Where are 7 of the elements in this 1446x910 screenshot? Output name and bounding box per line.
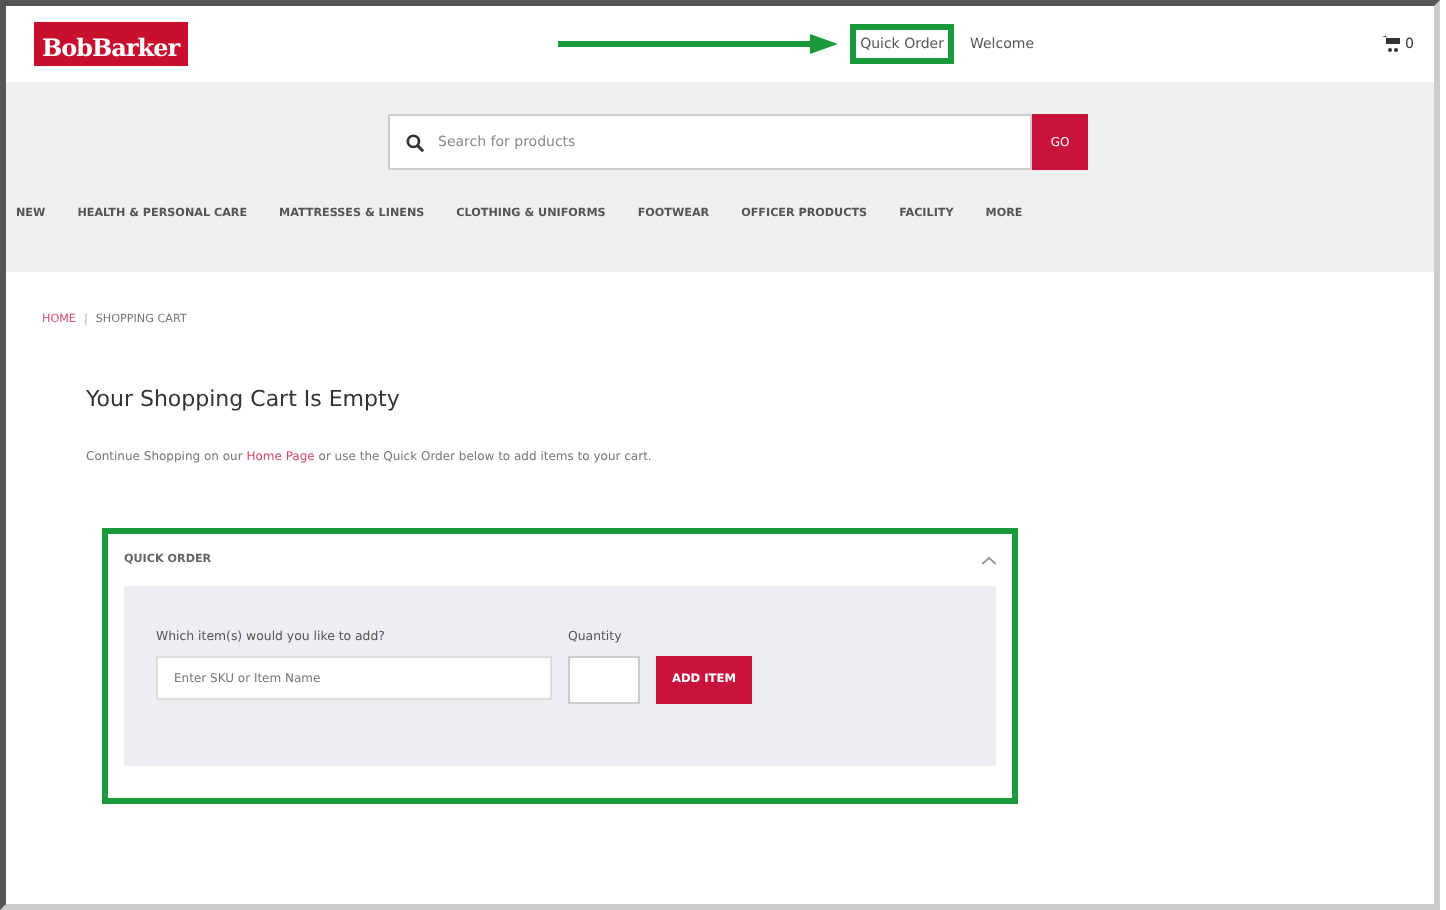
collapse-icon[interactable] (982, 555, 996, 565)
quantity-input-field[interactable] (568, 656, 640, 704)
annotation-arrow-icon (558, 34, 839, 54)
page-title: Your Shopping Cart Is Empty (86, 386, 402, 412)
cart-icon[interactable] (1381, 36, 1400, 52)
search-icon (406, 134, 424, 152)
logo[interactable]: BobBarker (34, 22, 188, 66)
